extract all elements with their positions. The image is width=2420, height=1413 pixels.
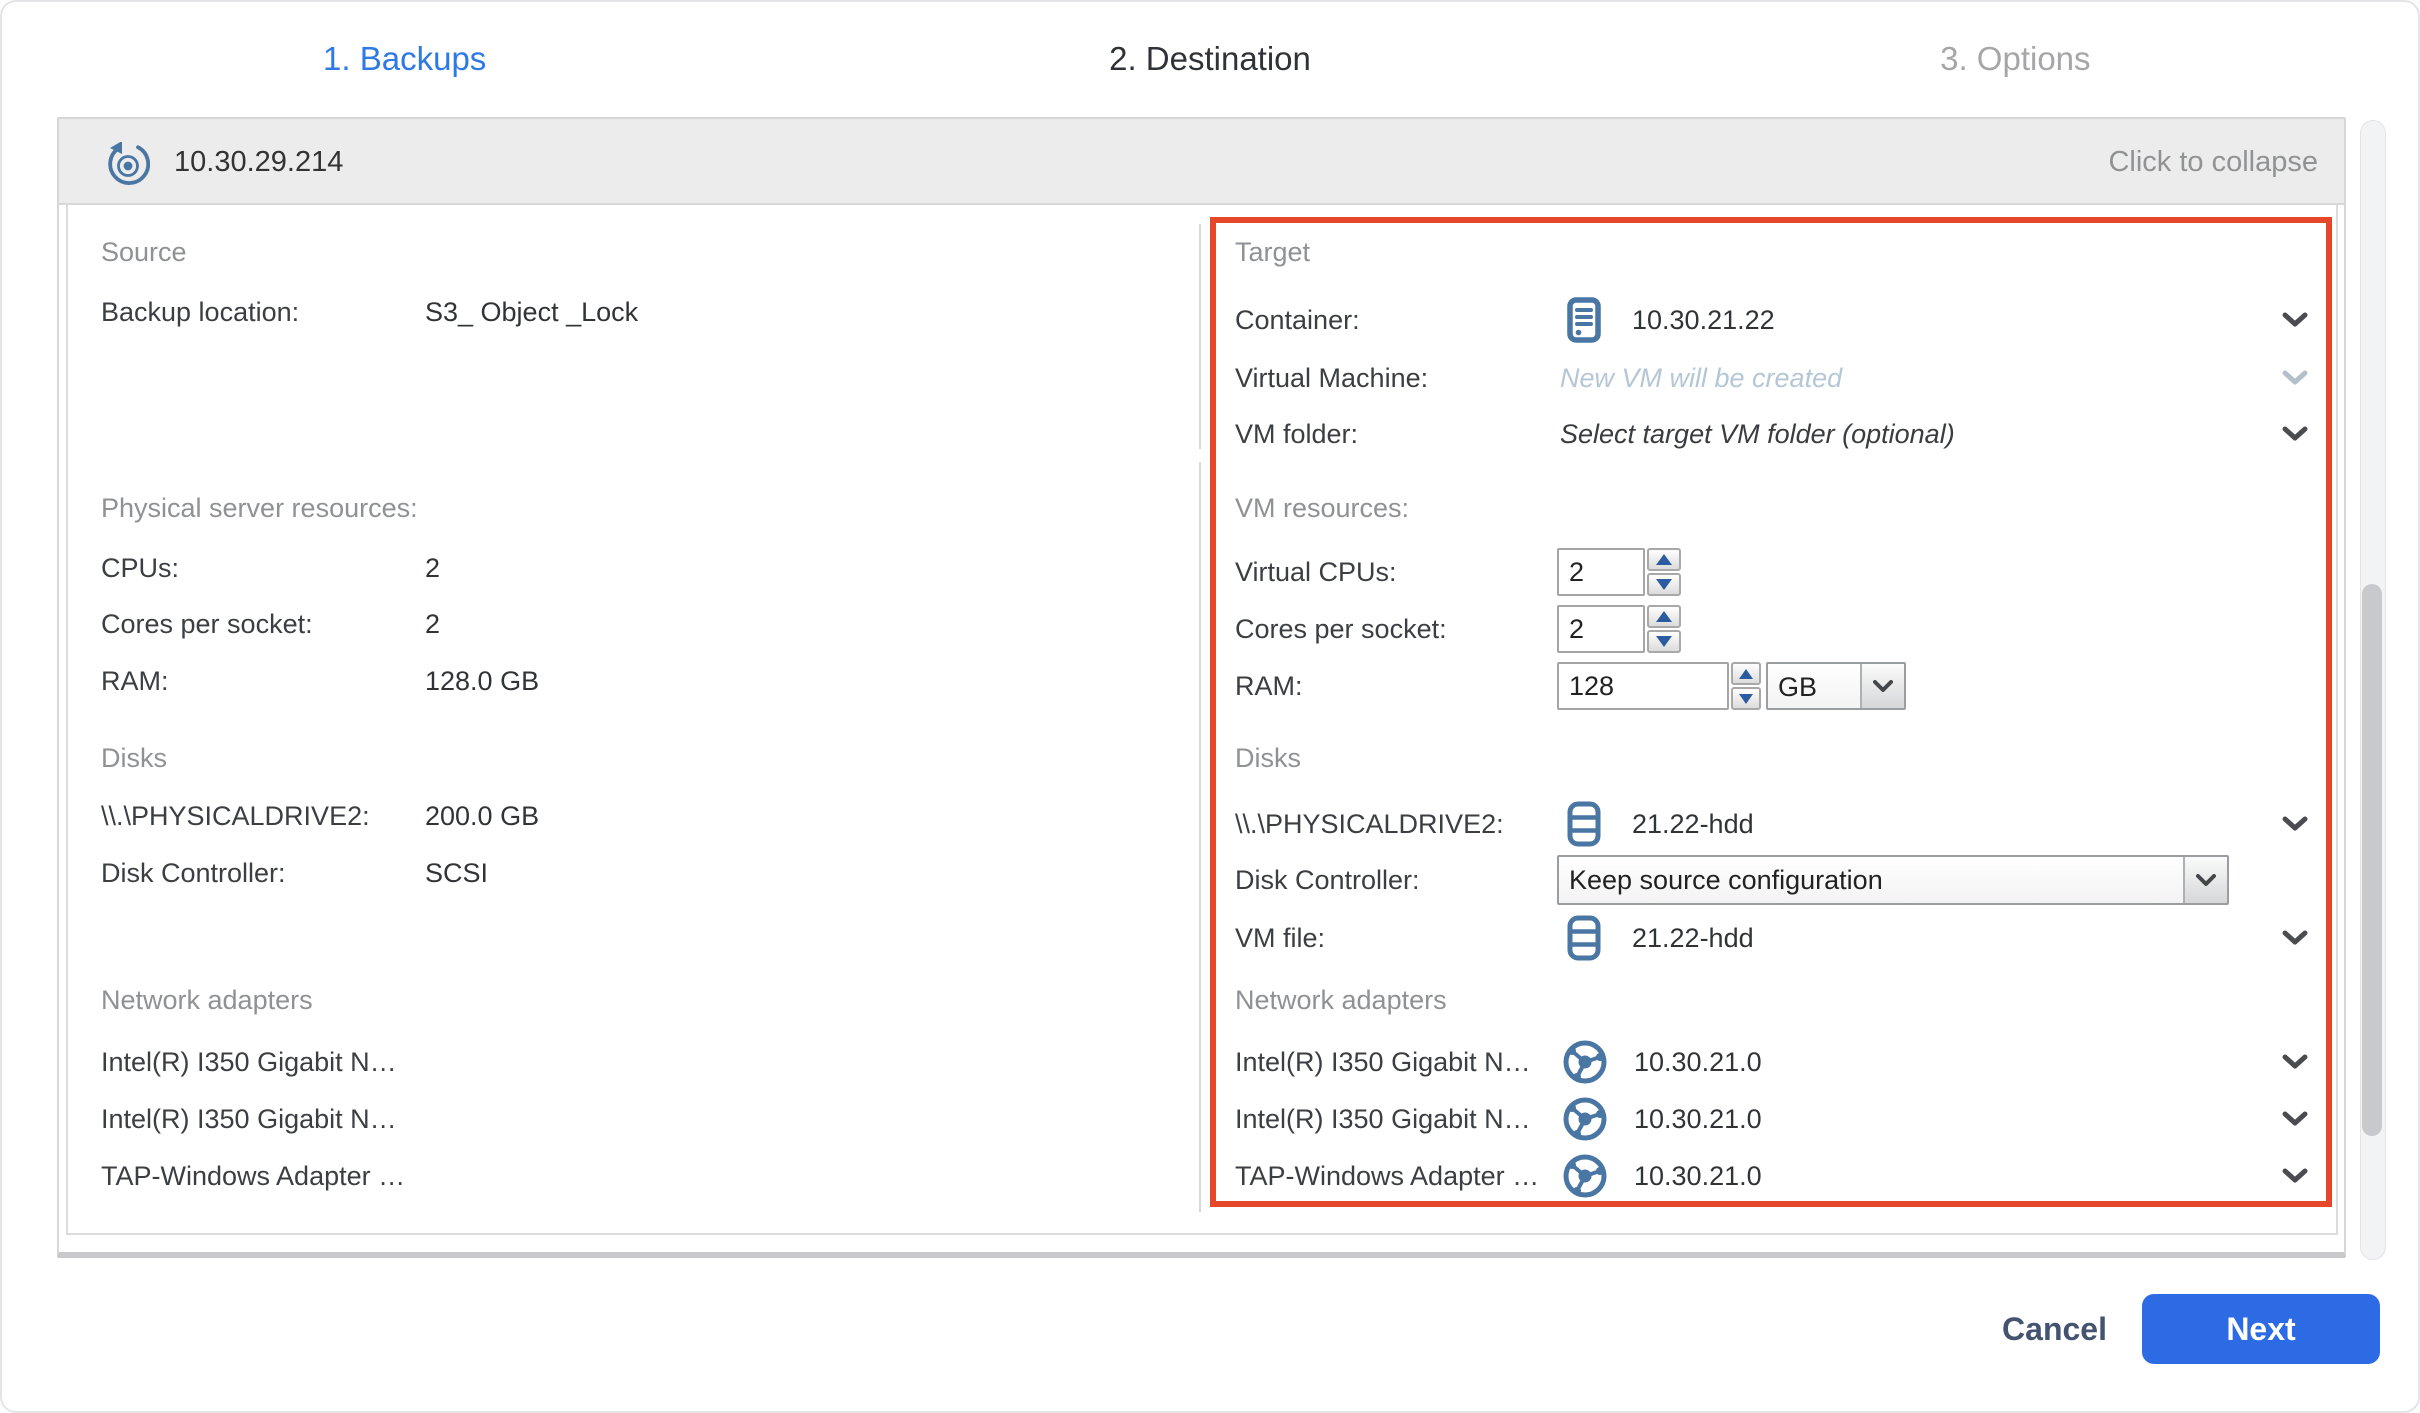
target-network-heading: Network adapters [1235, 980, 1447, 1020]
target-adapter-name: Intel(R) I350 Gigabit N… [1235, 1042, 1531, 1082]
physicaldrive-label: \\.\PHYSICALDRIVE2: [101, 796, 370, 836]
container-icon [1567, 297, 1601, 343]
cancel-button[interactable]: Cancel [1987, 1296, 2122, 1362]
ram-label: RAM: [101, 661, 169, 701]
network-icon [1562, 1153, 1608, 1199]
cores-per-socket-stepper [1647, 605, 1681, 653]
tab-options[interactable]: 3. Options [1613, 36, 2418, 82]
ram-input[interactable] [1557, 662, 1729, 710]
vm-folder-placeholder[interactable]: Select target VM folder (optional) [1560, 414, 1955, 454]
vm-folder-label: VM folder: [1235, 414, 1358, 454]
adapter-name: TAP-Windows Adapter … [101, 1156, 405, 1196]
virtual-cpus-input[interactable] [1557, 548, 1645, 596]
target-disk-controller-label: Disk Controller: [1235, 860, 1420, 900]
network-icon [1562, 1096, 1608, 1142]
target-adapter-value: 10.30.21.0 [1634, 1099, 1762, 1139]
container-label: Container: [1235, 300, 1360, 340]
tab-backups[interactable]: 1. Backups [2, 36, 807, 82]
wizard-steps: 1. Backups 2. Destination 3. Options [2, 36, 2418, 82]
column-divider [1199, 462, 1201, 1212]
ram-down-icon[interactable] [1731, 687, 1761, 710]
target-disk-chevron-icon[interactable] [2282, 816, 2308, 832]
target-physicaldrive-label: \\.\PHYSICALDRIVE2: [1235, 804, 1504, 844]
container-dropdown-chevron-icon[interactable] [2282, 312, 2308, 328]
cores-value: 2 [425, 604, 440, 644]
adapter-chevron-icon[interactable] [2282, 1054, 2308, 1070]
vm-file-label: VM file: [1235, 918, 1325, 958]
physicaldrive-value: 200.0 GB [425, 796, 539, 836]
target-ram-label: RAM: [1235, 666, 1303, 706]
restore-wizard-dialog: 1. Backups 2. Destination 3. Options 10.… [0, 0, 2420, 1413]
backup-location-label: Backup location: [101, 292, 299, 332]
tab-destination[interactable]: 2. Destination [807, 36, 1612, 82]
machine-ip: 10.30.29.214 [174, 140, 343, 184]
disk-icon [1567, 915, 1601, 961]
virtual-cpus-up-icon[interactable] [1647, 548, 1681, 571]
vm-resources-heading: VM resources: [1235, 488, 1409, 528]
source-heading: Source [101, 232, 187, 272]
disks-heading: Disks [101, 738, 167, 778]
disk-controller-value: SCSI [425, 853, 488, 893]
vm-file-chevron-icon[interactable] [2282, 930, 2308, 946]
cores-up-icon[interactable] [1647, 605, 1681, 628]
target-adapter-value: 10.30.21.0 [1634, 1156, 1762, 1196]
ram-unit-chevron-icon[interactable] [1860, 664, 1904, 708]
disk-icon [1567, 801, 1601, 847]
ram-unit-value: GB [1768, 664, 1860, 708]
target-heading: Target [1235, 232, 1310, 272]
ram-stepper [1731, 662, 1761, 710]
physical-resources-heading: Physical server resources: [101, 488, 418, 528]
next-button[interactable]: Next [2142, 1294, 2380, 1364]
vertical-scrollbar-thumb[interactable] [2362, 584, 2382, 1136]
target-adapter-name: TAP-Windows Adapter … [1235, 1156, 1539, 1196]
collapse-toggle[interactable]: Click to collapse [2108, 140, 2318, 184]
target-adapter-value: 10.30.21.0 [1634, 1042, 1762, 1082]
disk-controller-chevron-icon[interactable] [2183, 857, 2227, 903]
ram-value: 128.0 GB [425, 661, 539, 701]
cores-per-socket-input[interactable] [1557, 605, 1645, 653]
adapter-chevron-icon[interactable] [2282, 1111, 2308, 1127]
vm-file-value: 21.22-hdd [1632, 918, 1754, 958]
ram-unit-select[interactable]: GB [1766, 662, 1906, 710]
adapter-name: Intel(R) I350 Gigabit N… [101, 1099, 397, 1139]
backup-location-value: S3_ Object _Lock [425, 292, 638, 332]
column-divider [1199, 224, 1201, 449]
virtual-cpus-down-icon[interactable] [1647, 573, 1681, 596]
cpus-value: 2 [425, 548, 440, 588]
virtual-machine-dropdown-chevron-icon[interactable] [2282, 370, 2308, 386]
ram-up-icon[interactable] [1731, 662, 1761, 685]
machine-header-bar[interactable] [59, 119, 2344, 205]
virtual-machine-placeholder[interactable]: New VM will be created [1560, 358, 1842, 398]
target-disk-value: 21.22-hdd [1632, 804, 1754, 844]
target-adapter-name: Intel(R) I350 Gigabit N… [1235, 1099, 1531, 1139]
network-adapters-heading: Network adapters [101, 980, 313, 1020]
cores-label: Cores per socket: [101, 604, 313, 644]
virtual-machine-label: Virtual Machine: [1235, 358, 1428, 398]
virtual-cpus-stepper [1647, 548, 1681, 596]
vm-folder-dropdown-chevron-icon[interactable] [2282, 426, 2308, 442]
disk-controller-select[interactable]: Keep source configuration [1557, 855, 2229, 905]
container-value: 10.30.21.22 [1632, 300, 1775, 340]
cpus-label: CPUs: [101, 548, 179, 588]
cores-down-icon[interactable] [1647, 630, 1681, 653]
restore-point-icon [106, 142, 150, 186]
disk-controller-label: Disk Controller: [101, 853, 286, 893]
target-cores-label: Cores per socket: [1235, 609, 1447, 649]
target-disks-heading: Disks [1235, 738, 1301, 778]
disk-controller-value: Keep source configuration [1559, 857, 2183, 903]
adapter-name: Intel(R) I350 Gigabit N… [101, 1042, 397, 1082]
network-icon [1562, 1039, 1608, 1085]
virtual-cpus-label: Virtual CPUs: [1235, 552, 1397, 592]
adapter-chevron-icon[interactable] [2282, 1168, 2308, 1184]
